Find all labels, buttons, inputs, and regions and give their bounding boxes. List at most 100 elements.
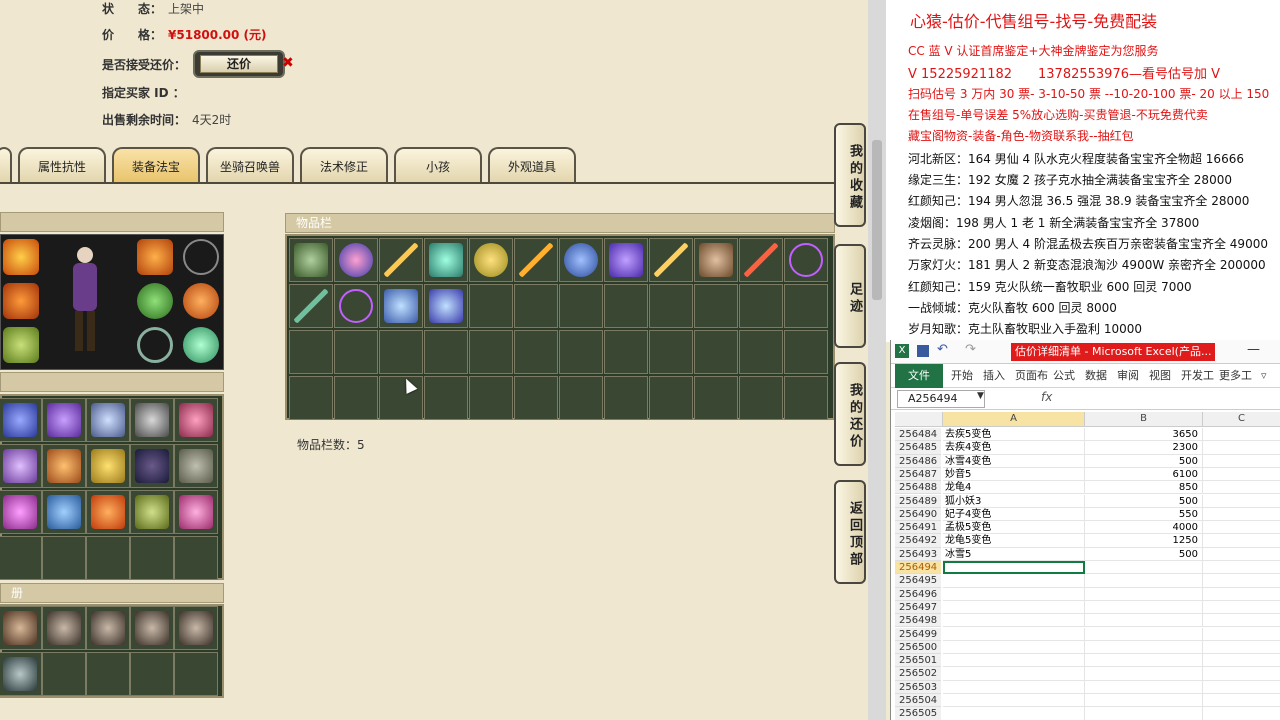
inventory-slot[interactable] xyxy=(739,284,783,328)
footprint-button[interactable]: 足迹 xyxy=(834,244,866,348)
cell-a[interactable]: 龙龟4 xyxy=(943,481,1085,495)
roster-slot[interactable] xyxy=(42,606,86,650)
inventory-slot[interactable] xyxy=(559,330,603,374)
cell-b[interactable] xyxy=(1085,587,1203,601)
row-number[interactable]: 256487 xyxy=(895,467,941,482)
necklace-icon[interactable] xyxy=(183,239,219,275)
ribbon-tab-more[interactable]: 更多工 xyxy=(1219,364,1252,388)
cell-a[interactable] xyxy=(943,561,1085,575)
inventory-slot[interactable] xyxy=(334,284,378,328)
ribbon-tab-home[interactable]: 开始 xyxy=(951,364,973,388)
cell-b[interactable]: 850 xyxy=(1085,481,1203,495)
cell-c[interactable] xyxy=(1203,707,1280,720)
inventory-slot[interactable] xyxy=(424,330,468,374)
file-tab[interactable]: 文件 xyxy=(895,364,943,388)
cell-b[interactable]: 550 xyxy=(1085,507,1203,522)
row-number[interactable]: 256499 xyxy=(895,627,941,641)
cell-c[interactable] xyxy=(1203,455,1280,468)
inventory-slot[interactable] xyxy=(289,376,333,420)
row-number[interactable]: 256491 xyxy=(895,521,941,535)
tab-attributes[interactable]: 属性抗性 xyxy=(18,147,106,183)
row-number[interactable]: 256493 xyxy=(895,547,941,561)
treasure-slot[interactable] xyxy=(86,444,130,488)
row-number[interactable]: 256492 xyxy=(895,534,941,548)
cell-b[interactable] xyxy=(1085,654,1203,668)
roster-slot[interactable] xyxy=(0,606,42,650)
row-number[interactable]: 256498 xyxy=(895,614,941,628)
inventory-slot[interactable] xyxy=(289,284,333,328)
treasure-slot[interactable] xyxy=(0,490,42,534)
treasure-slot[interactable] xyxy=(130,444,174,488)
inventory-slot[interactable] xyxy=(649,376,693,420)
cell-b[interactable] xyxy=(1085,614,1203,628)
ribbon-tab-review[interactable]: 审阅 xyxy=(1117,364,1139,388)
treasure-slot[interactable] xyxy=(174,444,218,488)
inventory-slot[interactable] xyxy=(649,238,693,282)
inventory-slot[interactable] xyxy=(694,330,738,374)
cell-c[interactable] xyxy=(1203,588,1280,601)
scrollbar-thumb[interactable] xyxy=(872,140,882,300)
inventory-slot[interactable] xyxy=(604,376,648,420)
inventory-slot[interactable] xyxy=(784,284,828,328)
orb-icon[interactable] xyxy=(183,283,219,319)
cell-c[interactable] xyxy=(1203,681,1280,694)
inventory-slot[interactable] xyxy=(334,238,378,282)
treasure-slot[interactable] xyxy=(130,398,174,442)
cell-a[interactable]: 妃子4变色 xyxy=(943,507,1085,522)
cell-c[interactable] xyxy=(1203,428,1280,442)
tab-children[interactable]: 小孩 xyxy=(394,147,482,183)
cell-c[interactable] xyxy=(1203,548,1280,561)
chevron-down-icon[interactable]: ▿ xyxy=(1261,364,1267,388)
cell-b[interactable] xyxy=(1085,600,1203,615)
roster-slot[interactable] xyxy=(0,652,42,696)
cell-a[interactable]: 孟极5变色 xyxy=(943,521,1085,535)
inventory-slot[interactable] xyxy=(379,284,423,328)
row-number[interactable]: 256500 xyxy=(895,640,941,655)
cell-c[interactable] xyxy=(1203,441,1280,455)
tab-partial[interactable] xyxy=(0,147,12,183)
cell-c[interactable] xyxy=(1203,481,1280,495)
roster-slot[interactable] xyxy=(86,652,130,696)
cell-a[interactable] xyxy=(943,654,1085,668)
treasure-slot[interactable] xyxy=(42,536,86,580)
cell-a[interactable]: 妙音5 xyxy=(943,467,1085,482)
inventory-slot[interactable] xyxy=(334,376,378,420)
cell-a[interactable] xyxy=(943,680,1085,694)
make-offer-button[interactable]: 还价 xyxy=(193,50,285,78)
inventory-slot[interactable] xyxy=(694,238,738,282)
name-box[interactable]: A256494 xyxy=(897,390,985,408)
save-icon[interactable] xyxy=(917,345,929,357)
inventory-slot[interactable] xyxy=(469,376,513,420)
row-number[interactable]: 256503 xyxy=(895,680,941,694)
inventory-slot[interactable] xyxy=(469,284,513,328)
row-number[interactable]: 256486 xyxy=(895,454,941,468)
redo-icon[interactable]: ↷ xyxy=(965,342,976,357)
close-icon[interactable]: ✖ xyxy=(282,56,294,70)
inventory-slot[interactable] xyxy=(379,238,423,282)
inventory-slot[interactable] xyxy=(334,330,378,374)
tab-equipment[interactable]: 装备法宝 xyxy=(112,147,200,183)
treasure-slot[interactable] xyxy=(42,444,86,488)
cell-b[interactable]: 4000 xyxy=(1085,521,1203,535)
column-header-c[interactable]: C xyxy=(1203,412,1280,427)
tab-spells[interactable]: 法术修正 xyxy=(300,147,388,183)
treasure-slot[interactable] xyxy=(0,536,42,580)
name-box-dropdown-icon[interactable]: ▼ xyxy=(977,391,984,401)
ring-icon[interactable] xyxy=(137,283,173,319)
row-number[interactable]: 256495 xyxy=(895,574,941,588)
bracelet-icon[interactable] xyxy=(137,327,173,363)
cell-b[interactable]: 500 xyxy=(1085,454,1203,468)
cell-c[interactable] xyxy=(1203,468,1280,482)
ribbon-tab-developer[interactable]: 开发工 xyxy=(1181,364,1214,388)
row-number[interactable]: 256494 xyxy=(895,561,941,575)
roster-slot[interactable] xyxy=(174,652,218,696)
inventory-slot[interactable] xyxy=(514,376,558,420)
roster-slot[interactable] xyxy=(174,606,218,650)
inventory-slot[interactable] xyxy=(514,284,558,328)
inventory-slot[interactable] xyxy=(424,238,468,282)
row-number[interactable]: 256496 xyxy=(895,587,941,601)
boots-icon[interactable] xyxy=(3,327,39,363)
row-number[interactable]: 256504 xyxy=(895,694,941,708)
ribbon-tab-formulas[interactable]: 公式 xyxy=(1053,364,1075,388)
row-number[interactable]: 256485 xyxy=(895,441,941,455)
